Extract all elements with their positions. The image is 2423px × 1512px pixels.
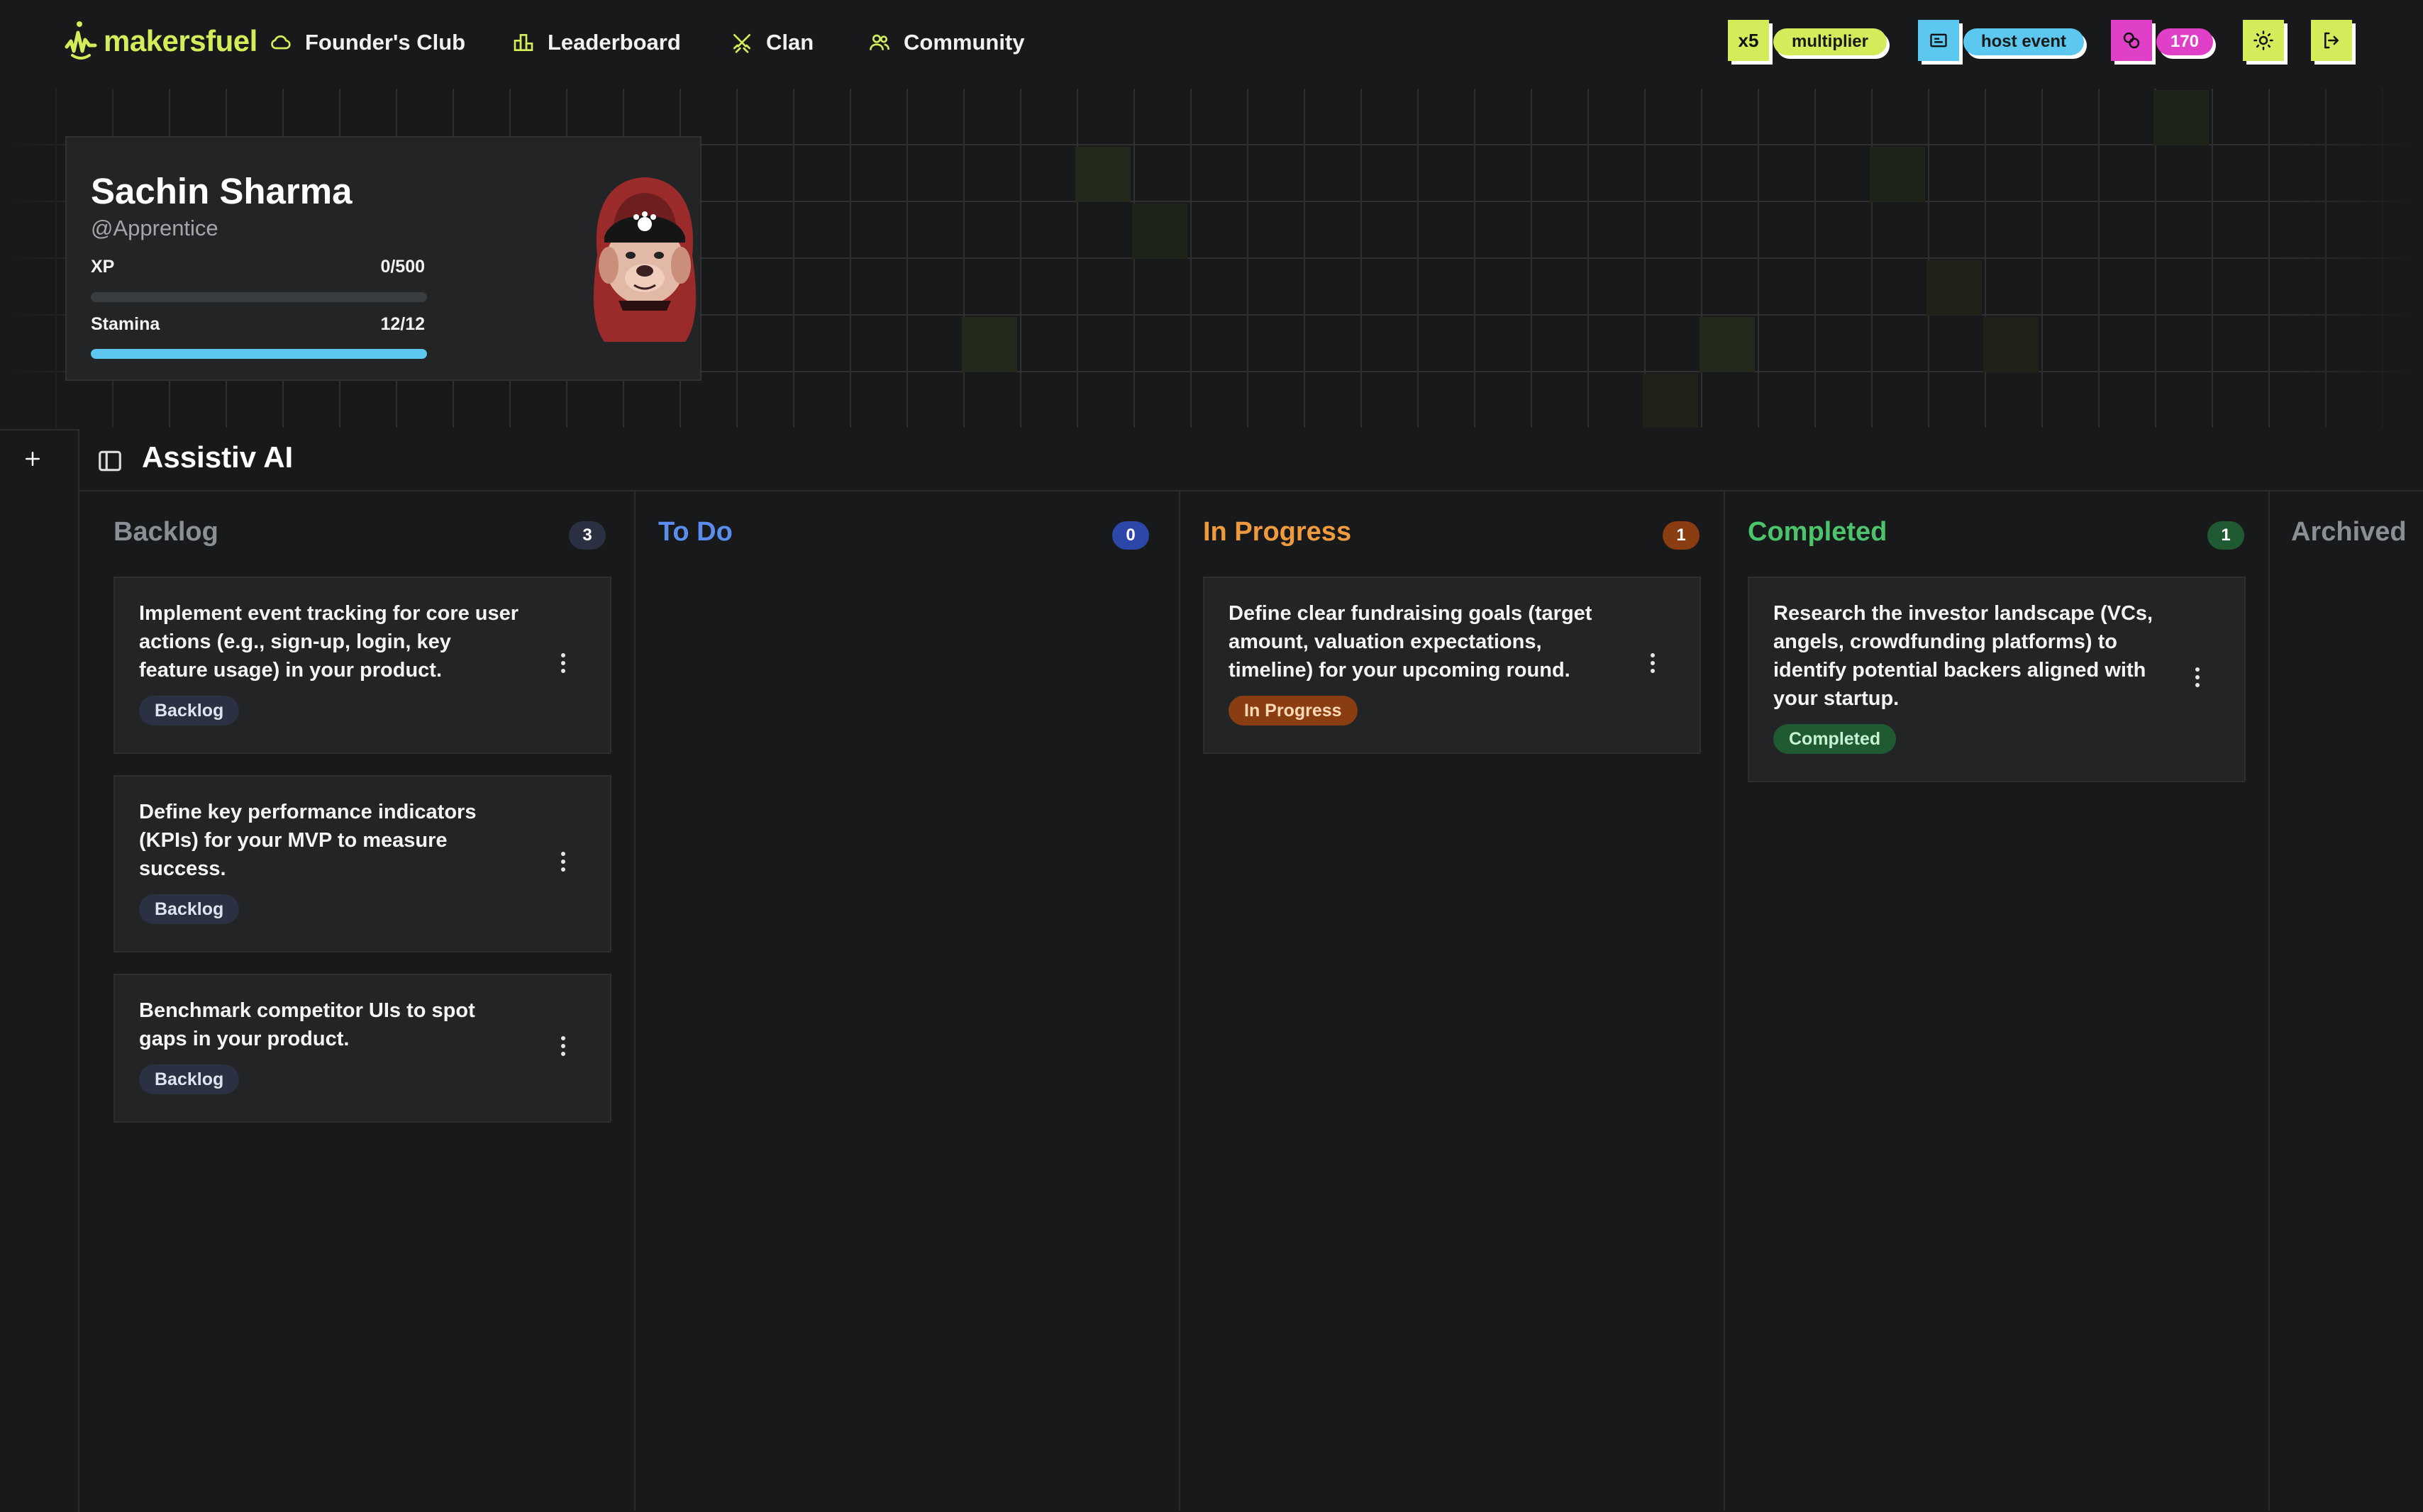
status-tag: Backlog (139, 894, 240, 924)
nav-leaderboard[interactable]: Leaderboard (512, 23, 681, 62)
task-card-text: Define key performance indicators (KPIs)… (139, 801, 477, 880)
card-more-menu-icon[interactable] (2193, 667, 2202, 687)
column-count-badge: 1 (2207, 521, 2244, 550)
status-tag: Completed (1773, 724, 1897, 754)
task-card-text: Implement event tracking for core user a… (139, 602, 519, 682)
board-header: Assistiv AI (79, 429, 2423, 491)
users-icon (870, 34, 889, 50)
stamina-value: 12/12 (380, 314, 425, 334)
xp-progress-bar (91, 292, 427, 302)
left-rail (0, 429, 79, 1512)
host-event-widget[interactable]: host event (1918, 20, 2087, 62)
sidebar-toggle-icon[interactable] (96, 448, 123, 474)
column-backlog: Backlog 3 Implement event tracking for c… (79, 491, 636, 1511)
column-title: To Do (658, 517, 733, 547)
makersfuel-logo[interactable]: makersfuel (64, 18, 257, 64)
logout-icon (2311, 20, 2352, 61)
column-count-badge: 3 (569, 521, 606, 550)
plus-icon (26, 452, 40, 466)
task-card[interactable]: Research the investor landscape (VCs, an… (1748, 577, 2246, 782)
task-card[interactable]: Implement event tracking for core user a… (113, 577, 611, 754)
crossed-swords-icon (733, 34, 750, 53)
stamina-label: Stamina (91, 314, 160, 334)
status-tag: In Progress (1229, 696, 1358, 726)
column-completed: Completed 1 Research the investor landsc… (1725, 491, 2270, 1511)
column-todo: To Do 0 (636, 491, 1180, 1511)
nav-clan[interactable]: Clan (731, 23, 814, 62)
event-ticket-icon (1918, 20, 1959, 61)
task-card-text: Define clear fundraising goals (target a… (1229, 602, 1592, 682)
column-count-badge: 1 (1663, 521, 1700, 550)
task-card[interactable]: Define clear fundraising goals (target a… (1203, 577, 1701, 754)
status-tag: Backlog (139, 696, 240, 726)
nav-community[interactable]: Community (868, 23, 1025, 62)
card-more-menu-icon[interactable] (559, 1036, 567, 1056)
task-card[interactable]: Define key performance indicators (KPIs)… (113, 775, 611, 952)
multiplier-widget[interactable]: multiplier x5 (1728, 20, 1891, 62)
column-in-progress: In Progress 1 Define clear fundraising g… (1180, 491, 1725, 1511)
column-count-badge: 0 (1112, 521, 1149, 550)
card-more-menu-icon[interactable] (1648, 653, 1657, 673)
nav-label: Community (904, 30, 1025, 55)
stamina-progress-bar (91, 349, 427, 359)
board-title: Assistiv AI (142, 440, 294, 474)
sun-icon (2243, 20, 2284, 61)
coins-icon (2111, 20, 2152, 61)
nav-label: Clan (766, 30, 814, 55)
nav-label: Leaderboard (548, 30, 681, 55)
logo-text: makersfuel (104, 24, 257, 57)
top-navigation: makersfuel Founder's Club Leaderboard Cl… (0, 0, 2423, 85)
multiplier-pill: multiplier (1773, 28, 1887, 55)
task-card-text: Benchmark competitor UIs to spot gaps in… (139, 999, 475, 1050)
coins-pill: 170 (2156, 28, 2213, 55)
task-card-text: Research the investor landscape (VCs, an… (1773, 602, 2153, 710)
profile-handle: @Apprentice (91, 216, 218, 240)
profile-name: Sachin Sharma (91, 171, 353, 211)
logo-icon (65, 21, 97, 60)
status-tag: Backlog (139, 1064, 240, 1094)
podium-icon (514, 34, 533, 51)
column-title: Backlog (113, 517, 218, 547)
theme-toggle-button[interactable] (2243, 20, 2288, 62)
cloud-icon (271, 35, 291, 50)
card-more-menu-icon[interactable] (559, 653, 567, 673)
card-more-menu-icon[interactable] (559, 852, 567, 872)
host-event-pill: host event (1963, 28, 2084, 55)
column-title: In Progress (1203, 517, 1352, 547)
task-card[interactable]: Benchmark competitor UIs to spot gaps in… (113, 974, 611, 1123)
xp-label: XP (91, 257, 115, 277)
multiplier-badge: x5 (1728, 20, 1769, 61)
add-project-button[interactable] (20, 448, 45, 473)
avatar-pirate-dog-icon[interactable] (563, 172, 726, 352)
column-title: Archived (2291, 517, 2407, 547)
logout-button[interactable] (2311, 20, 2356, 62)
column-title: Completed (1748, 517, 1887, 547)
nav-founders-club[interactable]: Founder's Club (270, 23, 465, 62)
nav-label: Founder's Club (305, 30, 466, 55)
profile-card: Sachin Sharma @Apprentice XP 0/500 Stami… (65, 136, 702, 381)
column-archived: Archived (2270, 491, 2423, 1511)
stamina-progress-fill (91, 349, 427, 359)
coins-widget[interactable]: 170 (2111, 20, 2217, 62)
xp-value: 0/500 (380, 257, 425, 277)
